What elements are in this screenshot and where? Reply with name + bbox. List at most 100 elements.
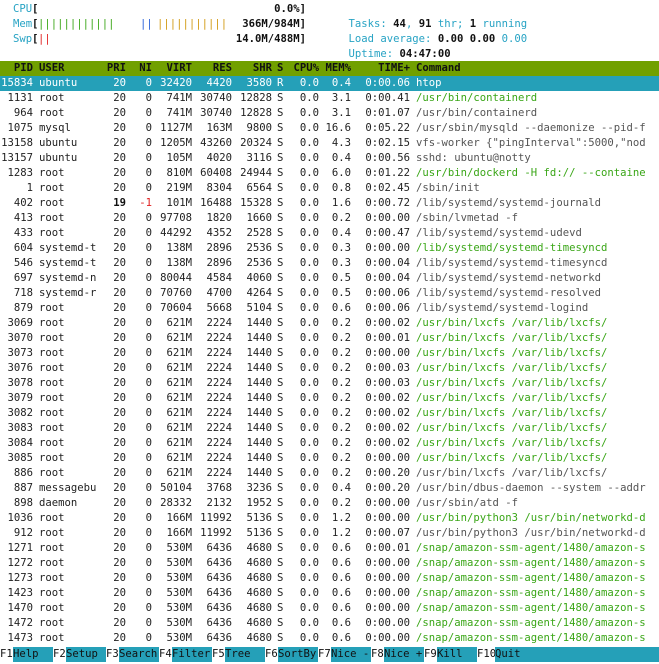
cell-shr: 1440 <box>246 392 272 404</box>
cell-s: S <box>277 317 284 329</box>
table-row[interactable]: 413 root 20 0 97708 1820 1660 S 0.0 0.2 0:00.00/sb… <box>0 211 659 226</box>
cell-cpu: 0.0 <box>299 497 319 509</box>
table-row[interactable]: 697 systemd-n 20 0 80044 4584 4060 S 0.0 0.5 0:00.… <box>0 271 659 286</box>
table-row[interactable]: 604 systemd-t 20 0 138M 2896 2536 S 0.0 0.3 0:00.0… <box>0 241 659 256</box>
cell-res: 11992 <box>200 512 232 524</box>
table-row[interactable]: 13158 ubuntu 20 0 1205M 43260 20324 S 0.0 4.3 0:02… <box>0 136 659 151</box>
table-row[interactable]: 1036 root 20 0 166M 11992 5136 S 0.0 1.2 0:00.00/u… <box>0 511 659 526</box>
table-row[interactable]: 1470 root 20 0 530M 6436 4680 S 0.0 0.6 0:00.00/sn… <box>0 601 659 616</box>
cell-s: S <box>277 92 284 104</box>
help-button[interactable]: Help <box>13 647 53 662</box>
table-row[interactable]: 3083 root 20 0 621M 2224 1440 S 0.0 0.2 0:00.02/us… <box>0 421 659 436</box>
cell-user: root <box>39 302 65 314</box>
table-row[interactable]: 964 root 20 0 741M 30740 12828 S 0.0 3.1 0:01.07/u… <box>0 106 659 121</box>
table-row[interactable]: 879 root 20 0 70604 5668 5104 S 0.0 0.6 0:00.06/li… <box>0 301 659 316</box>
cell-user: root <box>39 107 65 119</box>
cell-shr: 1440 <box>246 452 272 464</box>
cell-res: 6436 <box>206 617 232 629</box>
cell-shr: 4060 <box>246 272 272 284</box>
nice-minus-button[interactable]: Nice - <box>331 647 371 662</box>
col-cpu[interactable]: CPU% <box>287 61 319 76</box>
cell-pid: 1472 <box>7 617 33 629</box>
table-row[interactable]: 1273 root 20 0 530M 6436 4680 S 0.0 0.6 0:00.00/sn… <box>0 571 659 586</box>
cell-time: 0:00.01 <box>365 542 410 554</box>
col-user[interactable]: USER <box>39 61 65 76</box>
table-row[interactable]: 3082 root 20 0 621M 2224 1440 S 0.0 0.2 0:00.02/us… <box>0 406 659 421</box>
cell-ni: 0 <box>145 332 152 344</box>
table-row[interactable]: 1423 root 20 0 530M 6436 4680 S 0.0 0.6 0:00.00/sn… <box>0 586 659 601</box>
table-row[interactable]: 886 root 20 0 621M 2224 1440 S 0.0 0.2 0:00.20/usr… <box>0 466 659 481</box>
table-row[interactable]: 718 systemd-r 20 0 70760 4700 4264 S 0.0 0.5 0:00.… <box>0 286 659 301</box>
table-row[interactable]: 1272 root 20 0 530M 6436 4680 S 0.0 0.6 0:00.00/sn… <box>0 556 659 571</box>
table-row[interactable]: 433 root 20 0 44292 4352 2528 S 0.0 0.4 0:00.47/li… <box>0 226 659 241</box>
nice-plus-button[interactable]: Nice + <box>384 647 424 662</box>
cell-ni: 0 <box>145 482 152 494</box>
table-row[interactable]: 1131 root 20 0 741M 30740 12828 S 0.0 3.1 0:00.41 /… <box>0 91 659 106</box>
col-state[interactable]: S <box>277 61 283 76</box>
cell-cmd: /snap/amazon-ssm-agent/1480/amazon-s <box>416 602 646 614</box>
search-button[interactable]: Search <box>119 647 159 662</box>
cell-s: S <box>277 167 284 179</box>
kill-button[interactable]: Kill <box>437 647 477 662</box>
cell-pri: 20 <box>113 167 126 179</box>
table-row[interactable]: 1271 root 20 0 530M 6436 4680 S 0.0 0.6 0:00.01/sn… <box>0 541 659 556</box>
cell-mem: 0.6 <box>331 602 351 614</box>
table-row[interactable]: 887 messagebu 20 0 50104 3768 3236 S 0.0 0.4 0:00.… <box>0 481 659 496</box>
cell-time: 0:00.07 <box>365 527 410 539</box>
cell-time: 0:00.04 <box>365 272 410 284</box>
table-row[interactable]: 1075 mysql 20 0 1127M 163M 9800 S 0.0 16.6 0:05.22… <box>0 121 659 136</box>
cell-pid: 1036 <box>7 512 33 524</box>
table-row[interactable]: 3085 root 20 0 621M 2224 1440 S 0.0 0.2 0:00.00/us… <box>0 451 659 466</box>
col-virt[interactable]: VIRT <box>154 61 192 76</box>
cell-shr: 9800 <box>246 122 272 134</box>
cell-pid: 3079 <box>7 392 33 404</box>
cell-time: 0:05.22 <box>365 122 410 134</box>
col-pid[interactable]: PID <box>0 61 33 76</box>
table-row[interactable]: 3078 root 20 0 621M 2224 1440 S 0.0 0.2 0:00.03/us… <box>0 376 659 391</box>
col-time[interactable]: TIME+ <box>354 61 410 76</box>
cell-ni: 0 <box>145 467 152 479</box>
table-row[interactable]: 402 root 19 -1 101M 16488 15328 S 0.0 1.6 0:00.72 /… <box>0 196 659 211</box>
cell-user: root <box>39 362 65 374</box>
cell-time: 0:00.03 <box>365 362 410 374</box>
cell-pid: 402 <box>13 197 33 209</box>
table-row[interactable]: 3079 root 20 0 621M 2224 1440 S 0.0 0.2 0:00.02/us… <box>0 391 659 406</box>
col-ni[interactable]: NI <box>128 61 152 76</box>
table-row[interactable]: 3076 root 20 0 621M 2224 1440 S 0.0 0.2 0:00.03/us… <box>0 361 659 376</box>
cell-res: 4700 <box>206 287 232 299</box>
table-row[interactable]: 3073 root 20 0 621M 2224 1440 S 0.0 0.2 0:00.00/us… <box>0 346 659 361</box>
cell-virt: 44292 <box>160 227 192 239</box>
table-row[interactable]: 3069 root 20 0 621M 2224 1440 S 0.0 0.2 0:00.02/us… <box>0 316 659 331</box>
cpu-label: CPU <box>13 3 33 15</box>
cell-pid: 3083 <box>7 422 33 434</box>
cell-shr: 24944 <box>240 167 272 179</box>
col-shr[interactable]: SHR <box>234 61 272 76</box>
cell-time: 0:02.45 <box>365 182 410 194</box>
cell-ni: -1 <box>139 197 152 209</box>
cell-cmd: /usr/bin/dbus-daemon --system --addr <box>416 482 646 494</box>
cell-user: root <box>39 347 65 359</box>
table-row[interactable]: 3084 root 20 0 621M 2224 1440 S 0.0 0.2 0:00.02/us… <box>0 436 659 451</box>
col-mem[interactable]: MEM% <box>319 61 351 76</box>
table-row[interactable]: 1 root 20 0 219M 8304 6564 S 0.0 0.8 0:02.45/sbin/… <box>0 181 659 196</box>
table-row[interactable]: 1472 root 20 0 530M 6436 4680 S 0.0 0.6 0:00.00/sn… <box>0 616 659 631</box>
table-row[interactable]: 1473 root 20 0 530M 6436 4680 S 0.0 0.6 0:00.00/sn… <box>0 631 659 646</box>
table-row[interactable]: 898 daemon 20 0 28332 2132 1952 S 0.0 0.2 0:00.00 /… <box>0 496 659 511</box>
tree-button[interactable]: Tree <box>225 647 265 662</box>
filter-button[interactable]: Filter <box>172 647 212 662</box>
col-pri[interactable]: PRI <box>100 61 126 76</box>
table-row[interactable]: 912 root 20 0 166M 11992 5136 S 0.0 1.2 0:00.07/us… <box>0 526 659 541</box>
col-command[interactable]: Command <box>416 61 461 76</box>
table-row[interactable]: 15834 ubuntu 20 0 32420 4420 3580 R 0.0 0.4 0:00.0… <box>0 76 659 91</box>
cell-ni: 0 <box>145 347 152 359</box>
table-row[interactable]: 546 systemd-t 20 0 138M 2896 2536 S 0.0 0.3 0:00.0… <box>0 256 659 271</box>
table-row[interactable]: 1283 root 20 0 810M 60408 24944 S 0.0 6.0 0:01.22 /… <box>0 166 659 181</box>
table-row[interactable]: 13157 ubuntu 20 0 105M 4020 3116 S 0.0 0.4 0:00.56… <box>0 151 659 166</box>
col-res[interactable]: RES <box>194 61 232 76</box>
cell-pid: 1423 <box>7 587 33 599</box>
quit-button[interactable]: Quit <box>495 647 659 662</box>
cell-s: S <box>277 467 284 479</box>
setup-button[interactable]: Setup <box>66 647 106 662</box>
table-row[interactable]: 3070 root 20 0 621M 2224 1440 S 0.0 0.2 0:00.01/us… <box>0 331 659 346</box>
sortby-button[interactable]: SortBy <box>278 647 318 662</box>
